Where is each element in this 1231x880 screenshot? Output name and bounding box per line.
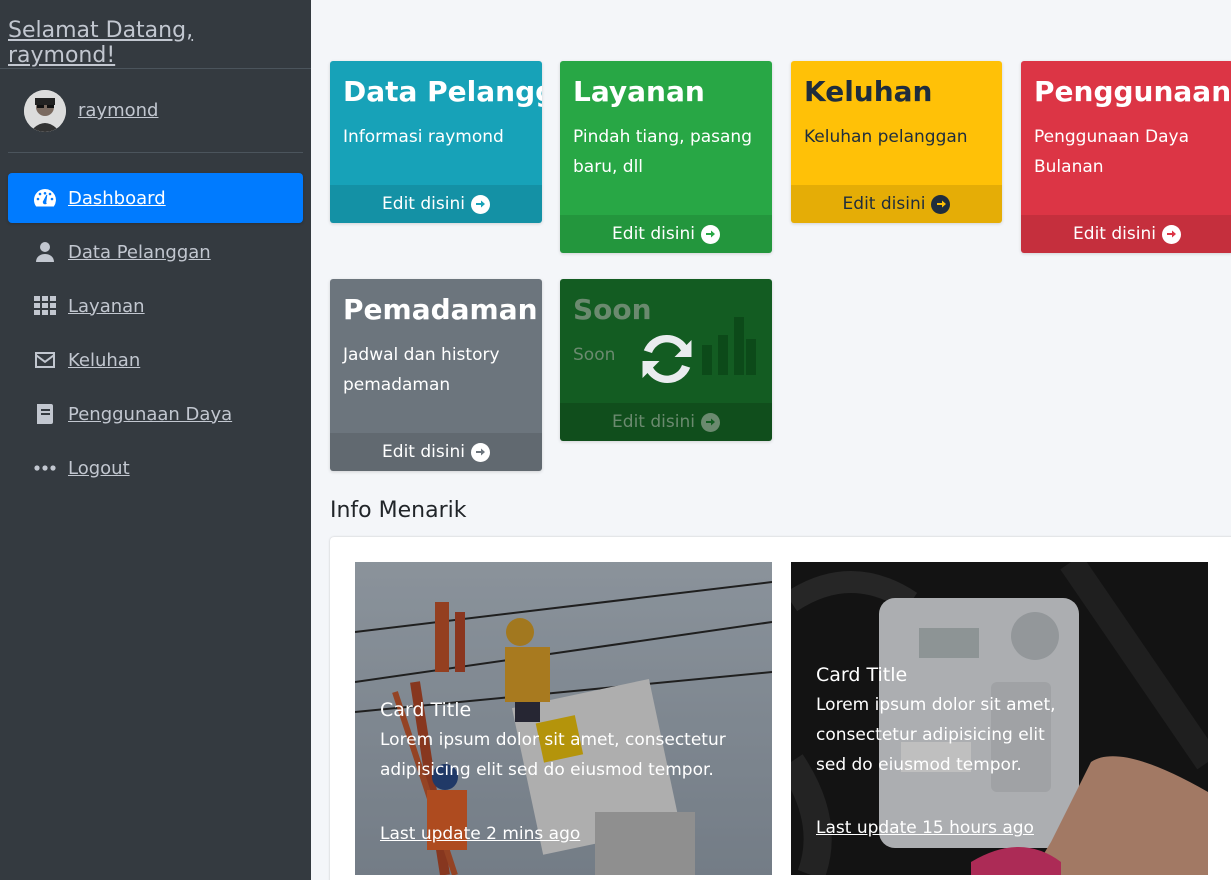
small-box-keluhan: Keluhan Keluhan pelanggan Edit disini: [791, 61, 1002, 223]
sidebar-nav: Dashboard Data Pelanggan Layanan Keluhan…: [0, 173, 311, 493]
box-footer-link[interactable]: Edit disini: [791, 185, 1002, 223]
box-title: Keluhan: [804, 75, 933, 108]
sidebar-item-keluhan[interactable]: Keluhan: [8, 335, 303, 385]
box-title: Data Pelanggan: [343, 75, 542, 108]
sidebar-item-dashboard[interactable]: Dashboard: [8, 173, 303, 223]
arrow-circle-right-icon: [700, 224, 720, 244]
box-footer-link[interactable]: Edit disini: [330, 185, 542, 223]
sync-icon: [642, 334, 692, 384]
sidebar-item-label: Layanan: [68, 295, 145, 317]
user-icon: [32, 241, 58, 263]
small-box-layanan: Layanan Pindah tiang, pasang baru, dll E…: [560, 61, 772, 253]
arrow-circle-right-icon: [700, 412, 720, 432]
sidebar-item-label: Logout: [68, 457, 130, 479]
box-footer-label: Edit disini: [382, 442, 465, 462]
arrow-circle-right-icon: [931, 194, 951, 214]
box-title: Penggunaan Daya: [1034, 75, 1231, 108]
arrow-circle-right-icon: [470, 194, 490, 214]
card-title: Card Title: [380, 699, 472, 721]
info-card-panel: Card Title Lorem ipsum dolor sit amet, c…: [330, 537, 1231, 880]
sidebar-item-data-pelanggan[interactable]: Data Pelanggan: [8, 227, 303, 277]
brand: Selamat Datang, raymond!: [0, 0, 311, 69]
box-footer-link[interactable]: Edit disini: [560, 215, 772, 253]
arrow-circle-right-icon: [1161, 224, 1181, 244]
sidebar-item-penggunaan-daya[interactable]: Penggunaan Daya: [8, 389, 303, 439]
box-title: Layanan: [573, 75, 705, 108]
envelope-icon: [32, 349, 58, 371]
brand-link[interactable]: Selamat Datang, raymond!: [8, 18, 193, 68]
sidebar-item-layanan[interactable]: Layanan: [8, 281, 303, 331]
tachometer-icon: [32, 187, 58, 209]
box-text: Penggunaan Daya Bulanan: [1034, 127, 1190, 177]
box-footer-label: Edit disini: [1073, 224, 1156, 244]
info-card-2[interactable]: Card Title Lorem ipsum dolor sit amet, c…: [791, 562, 1208, 875]
small-box-data-pelanggan: Data Pelanggan Informasi raymond Edit di…: [330, 61, 542, 223]
sidebar-item-label: Keluhan: [68, 349, 141, 371]
small-box-pemadaman: Pemadaman Jadwal dan history pemadaman E…: [330, 279, 542, 471]
box-text: Jadwal dan history pemadaman: [343, 345, 500, 395]
info-card-1[interactable]: Card Title Lorem ipsum dolor sit amet, c…: [355, 562, 772, 875]
box-text: Pindah tiang, pasang baru, dll: [573, 127, 752, 177]
avatar[interactable]: [24, 89, 66, 132]
sidebar: Selamat Datang, raymond! raymond Dashboa…: [0, 0, 311, 880]
book-icon: [32, 403, 58, 425]
card-overlay: Card Title Lorem ipsum dolor sit amet, c…: [380, 699, 740, 785]
sidebar-item-label: Dashboard: [68, 187, 166, 209]
box-footer-label: Edit disini: [382, 194, 465, 214]
sidebar-item-label: Data Pelanggan: [68, 241, 211, 263]
ellipsis-icon: [32, 457, 58, 479]
chart-bar-icon: [702, 317, 756, 375]
card-title: Card Title: [816, 664, 908, 686]
card-update-link[interactable]: Last update 15 hours ago: [816, 818, 1034, 838]
card-text: Lorem ipsum dolor sit amet, consectetur …: [816, 695, 1056, 775]
box-text: Keluhan pelanggan: [804, 127, 968, 147]
sidebar-item-logout[interactable]: Logout: [8, 443, 303, 493]
box-text: Informasi raymond: [343, 127, 504, 147]
main-content: Data Pelanggan Informasi raymond Edit di…: [311, 0, 1231, 880]
box-footer-link[interactable]: Edit disini: [1021, 215, 1231, 253]
box-footer-link[interactable]: Edit disini: [560, 403, 772, 441]
arrow-circle-right-icon: [470, 442, 490, 462]
box-title: Pemadaman: [343, 293, 538, 326]
card-update-link[interactable]: Last update 2 mins ago: [380, 824, 580, 844]
user-name[interactable]: raymond: [78, 100, 158, 121]
box-footer-label: Edit disini: [612, 412, 695, 432]
sidebar-item-label: Penggunaan Daya: [68, 403, 233, 425]
user-panel: raymond: [8, 69, 303, 153]
card-text: Lorem ipsum dolor sit amet, consectetur …: [380, 730, 726, 780]
box-footer-label: Edit disini: [612, 224, 695, 244]
box-footer-link[interactable]: Edit disini: [330, 433, 542, 471]
box-footer-label: Edit disini: [842, 194, 926, 214]
small-box-penggunaan-daya: Penggunaan Daya Penggunaan Daya Bulanan …: [1021, 61, 1231, 253]
small-box-soon: Soon Soon Edit disini: [560, 279, 772, 441]
info-section-title: Info Menarik: [330, 498, 467, 523]
card-overlay: Card Title Lorem ipsum dolor sit amet, c…: [816, 664, 1066, 780]
grid-icon: [32, 295, 58, 317]
